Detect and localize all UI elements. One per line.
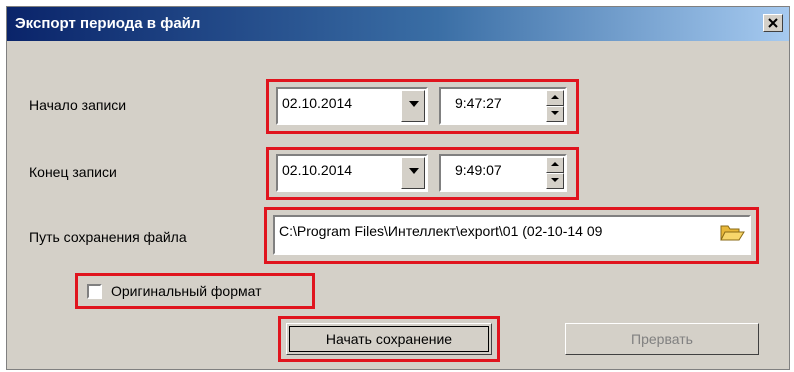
original-format-label[interactable]: Оригинальный формат: [111, 283, 262, 299]
start-date-dropdown-button[interactable]: [401, 90, 425, 122]
arrow-down-icon: [551, 111, 559, 115]
spin-down-button[interactable]: [546, 106, 564, 122]
arrow-up-icon: [551, 95, 559, 99]
start-time-field[interactable]: 9:47:27: [439, 87, 567, 125]
spin-down-button[interactable]: [546, 173, 564, 189]
start-label: Начало записи: [29, 97, 127, 113]
browse-folder-button[interactable]: [719, 221, 747, 245]
path-value: C:\Program Files\Интеллект\export\01 (02…: [279, 223, 603, 239]
end-date-value: 02.10.2014: [282, 162, 353, 178]
folder-open-icon: [720, 225, 745, 241]
close-icon: [768, 15, 778, 31]
end-date-dropdown-button[interactable]: [401, 157, 425, 189]
start-time-value: 9:47:27: [455, 95, 502, 111]
arrow-up-icon: [551, 162, 559, 166]
original-format-checkbox[interactable]: [87, 284, 102, 299]
start-date-value: 02.10.2014: [282, 95, 353, 111]
path-field[interactable]: C:\Program Files\Интеллект\export\01 (02…: [273, 215, 751, 255]
end-time-value: 9:49:07: [455, 162, 502, 178]
abort-button[interactable]: Прервать: [565, 323, 759, 355]
start-time-spinner[interactable]: [546, 90, 564, 122]
chevron-down-icon: [409, 101, 419, 107]
spin-up-button[interactable]: [546, 157, 564, 173]
close-button[interactable]: [763, 14, 783, 32]
export-dialog: Экспорт периода в файл Начало записи 02.…: [6, 6, 790, 370]
end-date-combo[interactable]: 02.10.2014: [276, 154, 428, 192]
spin-up-button[interactable]: [546, 90, 564, 106]
start-date-combo[interactable]: 02.10.2014: [276, 87, 428, 125]
start-save-button[interactable]: Начать сохранение: [286, 323, 492, 355]
title-bar[interactable]: Экспорт периода в файл: [7, 7, 789, 41]
end-time-field[interactable]: 9:49:07: [439, 154, 567, 192]
end-label: Конец записи: [29, 164, 117, 180]
arrow-down-icon: [551, 178, 559, 182]
end-time-spinner[interactable]: [546, 157, 564, 189]
chevron-down-icon: [409, 168, 419, 174]
dialog-title: Экспорт периода в файл: [15, 15, 201, 32]
path-label: Путь сохранения файла: [29, 229, 187, 245]
